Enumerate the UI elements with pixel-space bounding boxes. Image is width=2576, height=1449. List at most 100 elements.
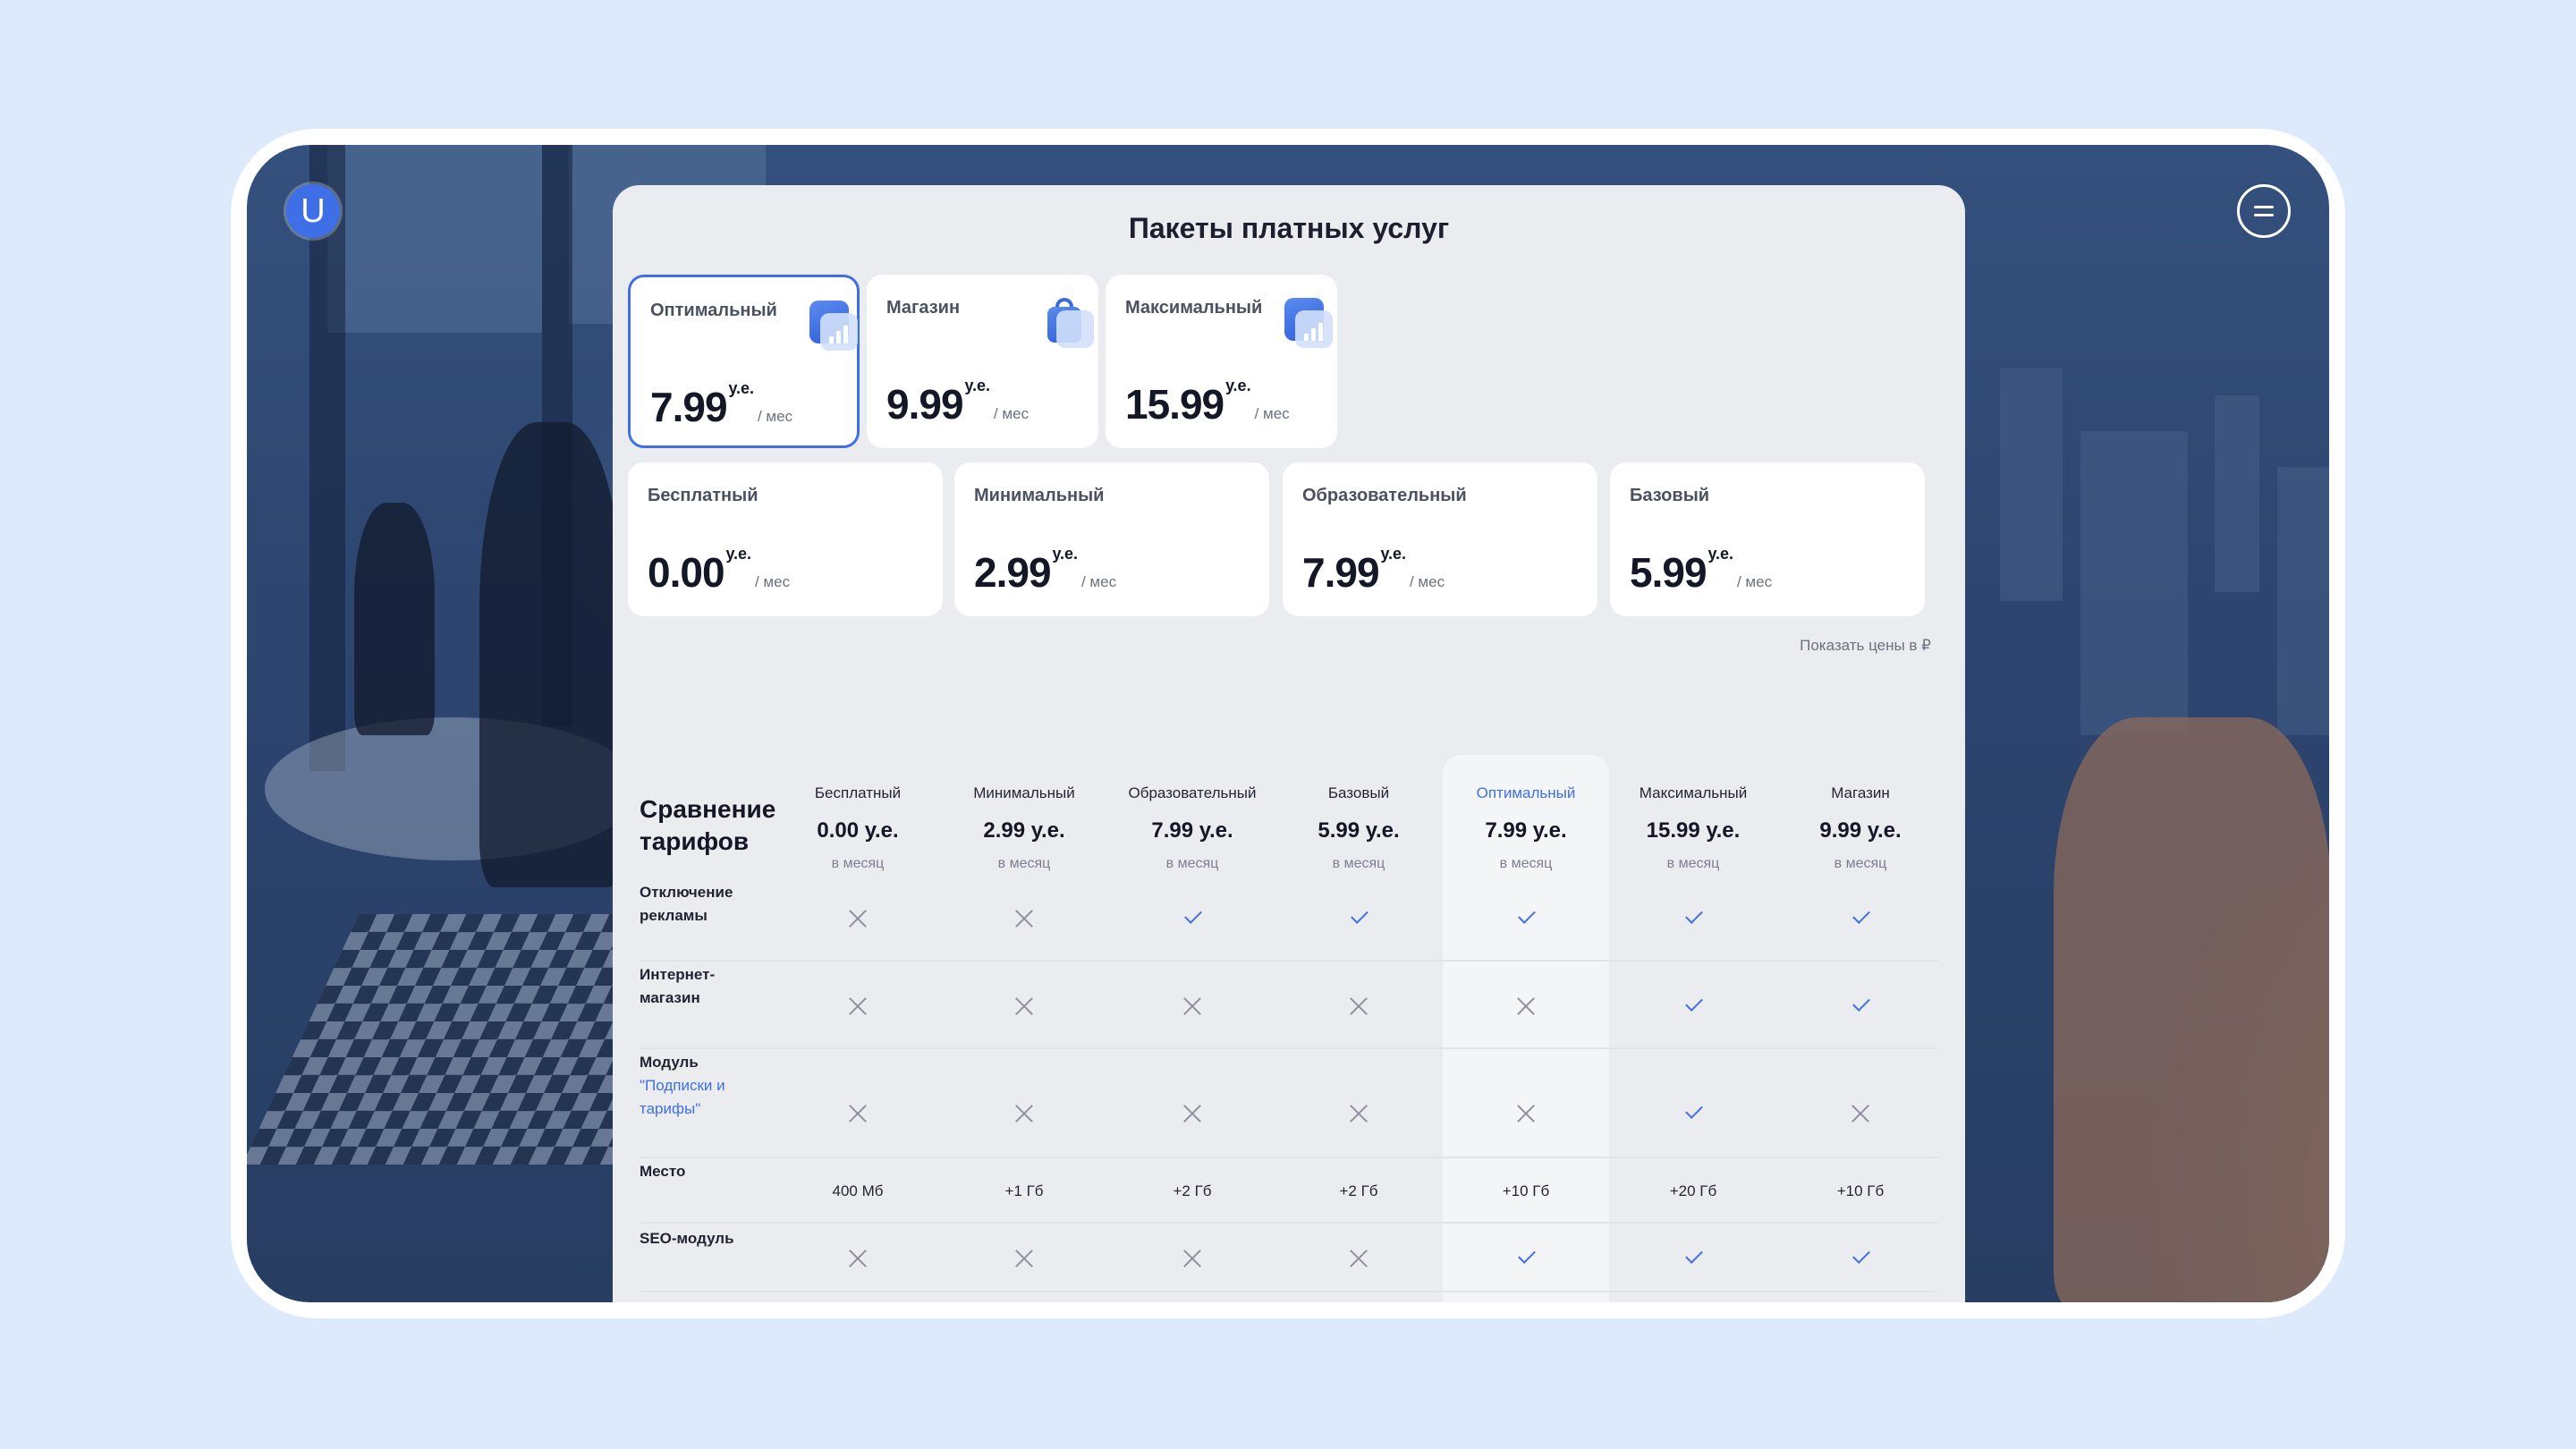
table-cell: [1109, 1249, 1275, 1273]
price-amount: 0.00: [648, 549, 725, 596]
plan-name: Минимальный: [974, 486, 1105, 505]
cross-icon: [1349, 1104, 1368, 1123]
table-cell: +2 Гб: [1339, 1182, 1378, 1199]
cross-icon: [848, 1104, 868, 1123]
plan-card[interactable]: Оптимальный 7.99 у.е./ мес: [628, 275, 860, 448]
cross-icon: [1014, 1249, 1034, 1268]
check-icon: [1683, 996, 1703, 1016]
plan-price: 7.99 у.е./ мес: [1302, 545, 1445, 597]
row-label-link[interactable]: тарифы": [640, 1097, 725, 1121]
cross-icon: [848, 909, 868, 928]
check-icon: [1851, 1249, 1870, 1268]
price-currency: у.е.: [964, 377, 990, 394]
column-plan-name: Образовательный: [1128, 784, 1257, 801]
check-icon: [1851, 996, 1870, 1016]
row-divider: [640, 1291, 1938, 1292]
row-label: Место: [640, 1160, 685, 1183]
table-cell: [1275, 1104, 1442, 1128]
cross-icon: [1182, 1104, 1202, 1123]
plan-name: Оптимальный: [650, 301, 777, 320]
column-header: Минимальный 2.99 у.е. в месяц: [941, 784, 1107, 872]
column-plan-price: 9.99 у.е.: [1819, 818, 1902, 843]
check-icon: [1683, 909, 1703, 928]
column-plan-price: 0.00 у.е.: [817, 818, 899, 843]
column-plan-name: Оптимальный: [1476, 784, 1576, 801]
table-cell: [775, 1249, 941, 1273]
table-cell: [1443, 1249, 1609, 1273]
cross-icon: [848, 996, 868, 1016]
menu-button[interactable]: [2237, 184, 2291, 238]
price-currency: у.е.: [1052, 545, 1078, 563]
table-cell: +10 Гб: [1502, 1182, 1550, 1199]
column-plan-price: 15.99 у.е.: [1646, 818, 1741, 843]
comparison-title-line: тарифов: [640, 827, 750, 855]
cross-icon: [1349, 1249, 1368, 1268]
column-plan-period: в месяц: [1499, 856, 1553, 871]
plan-name: Магазин: [886, 298, 961, 318]
plan-card[interactable]: Образовательный 7.99 у.е./ мес: [1283, 462, 1597, 616]
row-label: SEO-модуль: [640, 1227, 734, 1250]
price-period: / мес: [757, 408, 793, 425]
plan-price: 2.99 у.е./ мес: [974, 545, 1117, 597]
table-cell: [1777, 996, 1944, 1021]
table-cell: [941, 1249, 1107, 1273]
column-header: Магазин 9.99 у.е. в месяц: [1777, 784, 1944, 872]
table-cell: [1109, 909, 1275, 933]
row-divider: [640, 960, 1938, 962]
check-icon: [1349, 909, 1368, 928]
price-period: / мес: [1080, 573, 1117, 590]
table-cell: [1610, 909, 1776, 933]
cross-icon: [1349, 996, 1368, 1016]
comparison-title-line: Сравнение: [640, 795, 776, 823]
table-cell: [775, 996, 941, 1021]
column-plan-name: Базовый: [1327, 784, 1390, 801]
row-label-link[interactable]: "Подписки и: [640, 1074, 725, 1097]
plan-price: 9.99 у.е./ мес: [886, 377, 1029, 428]
price-amount: 2.99: [974, 549, 1052, 596]
pricing-panel: Пакеты платных услуг Оптимальный 7.99 у.е.…: [613, 185, 1965, 1302]
column-plan-price: 7.99 у.е.: [1485, 818, 1567, 843]
plan-card[interactable]: Бесплатный 0.00 у.е./ мес: [628, 462, 943, 616]
column-plan-name: Бесплатный: [814, 784, 902, 801]
row-label-line: Отключение: [640, 884, 733, 901]
price-currency: у.е.: [1707, 545, 1733, 563]
plan-card[interactable]: Магазин 9.99 у.е./ мес: [867, 275, 1098, 448]
check-icon: [1516, 1249, 1536, 1268]
table-cell: [941, 1104, 1107, 1128]
brand-logo[interactable]: U: [286, 184, 340, 238]
cross-icon: [1014, 996, 1034, 1016]
table-cell: [1777, 1249, 1944, 1273]
table-cell: [1443, 996, 1609, 1021]
table-cell: [941, 996, 1107, 1021]
plan-price: 5.99 у.е./ мес: [1630, 545, 1772, 597]
check-icon: [1182, 909, 1202, 928]
show-rub-prices-link[interactable]: Показать цены в ₽: [1800, 637, 1931, 655]
row-label-line: Место: [640, 1163, 686, 1180]
plan-name: Бесплатный: [648, 486, 758, 505]
plan-name: Максимальный: [1125, 298, 1263, 318]
cross-icon: [1851, 1104, 1870, 1123]
cross-icon: [1182, 1249, 1202, 1268]
price-period: / мес: [1254, 405, 1290, 422]
column-header: Максимальный 15.99 у.е. в месяц: [1610, 784, 1776, 872]
row-label-line: Модуль: [640, 1054, 699, 1071]
column-plan-price: 5.99 у.е.: [1318, 818, 1400, 843]
menu-icon-line: [2254, 206, 2274, 208]
plan-card[interactable]: Базовый 5.99 у.е./ мес: [1610, 462, 1925, 616]
check-icon: [1683, 1104, 1703, 1123]
plan-name: Образовательный: [1302, 486, 1467, 505]
icon-bars: [1304, 323, 1326, 341]
plan-card[interactable]: Минимальный 2.99 у.е./ мес: [954, 462, 1269, 616]
price-amount: 7.99: [650, 384, 728, 430]
chart-icon: [806, 301, 860, 354]
table-cell: +1 Гб: [1004, 1182, 1044, 1199]
column-plan-period: в месяц: [1834, 856, 1887, 871]
cross-icon: [1516, 996, 1536, 1016]
table-cell: 400 Мб: [832, 1182, 884, 1199]
table-cell: [1109, 996, 1275, 1021]
table-cell: [1610, 1249, 1776, 1273]
column-plan-period: в месяц: [997, 856, 1051, 871]
table-cell: [1777, 1104, 1944, 1128]
plan-card[interactable]: Максимальный 15.99 у.е./ мес: [1106, 275, 1337, 448]
price-period: / мес: [1409, 573, 1445, 590]
